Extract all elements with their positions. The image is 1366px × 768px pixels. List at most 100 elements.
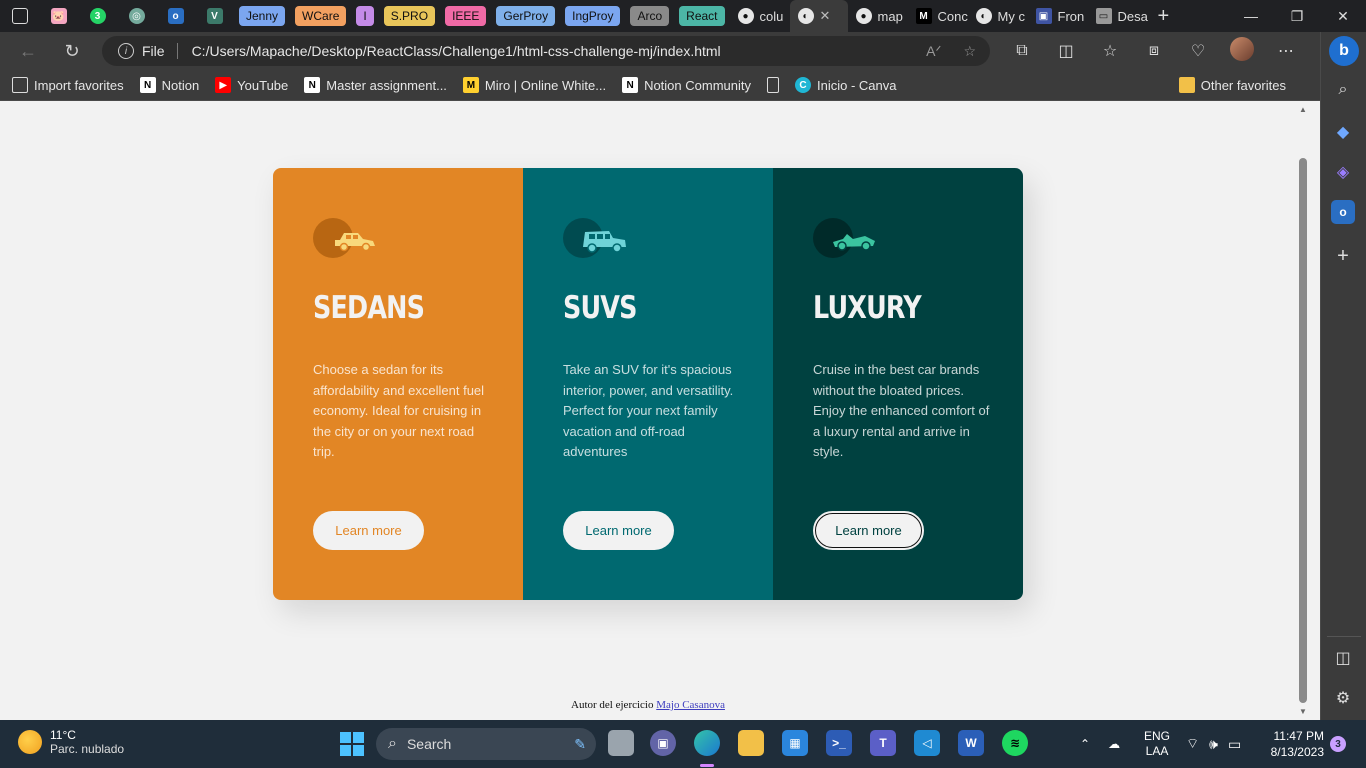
copilot-icon[interactable]: ◈ <box>1331 160 1355 184</box>
show-hidden-icons-icon[interactable]: ⌃ <box>1080 737 1090 751</box>
restore-button[interactable]: ❐ <box>1274 0 1320 32</box>
card-sedans: SEDANS Choose a sedan for its affordabil… <box>273 168 523 600</box>
edge-icon[interactable] <box>694 730 720 756</box>
hide-sidebar-icon[interactable]: ◫ <box>1331 646 1355 670</box>
favorite-star-icon[interactable]: ☆ <box>963 43 976 60</box>
bookmark-canva[interactable]: C Inicio - Canva <box>795 77 896 93</box>
close-window-button[interactable]: ✕ <box>1320 0 1366 32</box>
onedrive-cloud-icon[interactable]: ☁ <box>1108 737 1120 751</box>
time: 11:47 PM <box>1273 729 1324 743</box>
tab-close-icon[interactable]: ✕ <box>820 8 831 24</box>
spotify-icon[interactable]: ≋ <box>1002 730 1028 756</box>
tab-conc[interactable]: M Conc <box>908 0 968 32</box>
shopping-tag-icon[interactable]: ◆ <box>1331 120 1355 144</box>
vscode-web-tab-icon[interactable]: V <box>195 1 234 31</box>
profile-avatar[interactable] <box>1220 36 1264 66</box>
scroll-down-arrow-icon[interactable]: ▼ <box>1298 707 1308 716</box>
card-description: Cruise in the best car brands without th… <box>813 362 990 459</box>
tab-group-gerproy[interactable]: GerProy <box>496 6 556 26</box>
bookmark-youtube[interactable]: ▶ YouTube <box>215 77 288 93</box>
bookmark-notion[interactable]: N Notion <box>139 77 200 93</box>
taskbar-search[interactable]: ⌕ Search ✎ <box>376 728 596 760</box>
settings-icon[interactable]: ⚙ <box>1331 686 1355 710</box>
tab-group-ingproy[interactable]: IngProy <box>565 6 621 26</box>
tab-group-ieee[interactable]: IEEE <box>445 6 487 26</box>
word-icon[interactable]: W <box>958 730 984 756</box>
url-text[interactable]: C:/Users/Mapache/Desktop/ReactClass/Chal… <box>192 43 721 59</box>
tab-group-arco[interactable]: Arco <box>630 6 670 26</box>
scroll-up-arrow-icon[interactable]: ▲ <box>1298 105 1308 114</box>
windows-start-icon[interactable] <box>340 732 364 756</box>
tab-group-react[interactable]: React <box>679 6 725 26</box>
tab-group-jenny[interactable]: Jenny <box>239 6 286 26</box>
notification-badge[interactable]: 3 <box>1330 736 1346 752</box>
bookmark-label: Notion <box>161 77 200 93</box>
task-view-icon[interactable] <box>608 730 634 756</box>
clock[interactable]: 11:47 PM 8/13/2023 <box>1262 728 1324 760</box>
language-indicator[interactable]: ENG LAA <box>1144 729 1170 759</box>
address-bar[interactable]: i File C:/Users/Mapache/Desktop/ReactCla… <box>102 36 990 66</box>
split-screen-icon[interactable]: ◫ <box>1044 41 1088 61</box>
tab-group-spro[interactable]: S.PRO <box>383 6 436 26</box>
info-icon[interactable]: i <box>118 43 134 59</box>
bookmark-import-favorites[interactable]: Import favorites <box>12 77 124 93</box>
battery-icon[interactable]: ▭ <box>1228 736 1241 753</box>
microsoft-store-icon[interactable]: ▦ <box>782 730 808 756</box>
tab-github-colu[interactable]: ● colu <box>730 0 790 32</box>
tab-fron[interactable]: ▣ Fron <box>1028 0 1088 32</box>
extensions-icon[interactable]: ⧉ <box>1000 42 1044 60</box>
back-button[interactable]: ← <box>8 32 48 70</box>
browser-essentials-icon[interactable]: ♡ <box>1176 41 1220 61</box>
refresh-button[interactable]: ↻ <box>52 32 92 70</box>
author-link[interactable]: Majo Casanova <box>656 699 725 711</box>
add-icon[interactable]: + <box>1331 244 1355 268</box>
tab-active[interactable]: ◐ ✕ <box>789 0 848 32</box>
bing-copilot-icon[interactable]: b <box>1329 36 1359 66</box>
scrollbar-thumb[interactable] <box>1299 158 1307 703</box>
file-icon <box>767 77 779 93</box>
search-icon[interactable]: ⌕ <box>1331 78 1355 102</box>
tab-my[interactable]: ◐ My c <box>968 0 1028 32</box>
weather-temperature: 11°C <box>50 728 76 742</box>
learn-more-button-luxury[interactable]: Learn more <box>813 511 924 550</box>
pig-tab-icon[interactable]: 🐷 <box>39 1 78 31</box>
wifi-icon[interactable]: ⌔ <box>1186 735 1199 753</box>
minimize-button[interactable]: — <box>1228 0 1274 32</box>
outlook-tab-icon[interactable]: o <box>156 1 195 31</box>
learn-more-button-sedans[interactable]: Learn more <box>313 511 424 550</box>
more-menu-icon[interactable]: ⋯ <box>1264 41 1308 61</box>
chatgpt-tab-icon[interactable]: ◎ <box>117 1 156 31</box>
tab-desa[interactable]: ▭ Desa <box>1088 0 1150 32</box>
whatsapp-tab-icon[interactable]: 3 <box>78 1 117 31</box>
volume-icon[interactable]: 🕪 <box>1209 736 1218 753</box>
tab-label: map <box>877 8 903 24</box>
suv-icon <box>563 218 626 258</box>
weather-widget[interactable]: 11°C Parc. nublado <box>18 728 124 756</box>
favorites-icon[interactable]: ☆ <box>1088 41 1132 61</box>
new-tab-button[interactable]: + <box>1150 0 1178 32</box>
tab-group-wcare[interactable]: WCare <box>295 6 347 26</box>
outlook-icon[interactable]: o <box>1331 200 1355 224</box>
learn-more-button-suvs[interactable]: Learn more <box>563 511 674 550</box>
youtube-icon: ▶ <box>215 77 232 93</box>
bookmark-notion-community[interactable]: N Notion Community <box>622 77 751 93</box>
weather-partly-cloudy-icon <box>18 730 42 754</box>
vscode-icon[interactable]: ◁ <box>914 730 940 756</box>
scheme-label: File <box>142 43 165 59</box>
bookmark-miro[interactable]: M Miro | Online White... <box>462 77 606 93</box>
read-aloud-icon[interactable]: Aᐟ <box>926 43 941 60</box>
powershell-icon[interactable]: >_ <box>826 730 852 756</box>
teams-chat-icon[interactable]: ▣ <box>650 730 676 756</box>
tab-group-i[interactable]: I <box>356 6 374 26</box>
bookmark-file[interactable] <box>767 77 779 93</box>
canva-icon: C <box>795 77 811 93</box>
tab-actions-icon[interactable] <box>0 1 39 31</box>
page-scrollbar[interactable]: ▲ ▼ <box>1296 101 1310 720</box>
collections-icon[interactable]: ⧈ <box>1132 42 1176 60</box>
bookmark-master-assignment[interactable]: N Master assignment... <box>304 77 447 93</box>
teams-icon[interactable]: T <box>870 730 896 756</box>
card-description: Choose a sedan for its affordability and… <box>313 362 485 459</box>
tab-github-map[interactable]: ● map <box>848 0 908 32</box>
other-favorites-folder[interactable]: Other favorites <box>1178 77 1286 93</box>
file-explorer-icon[interactable] <box>738 730 764 756</box>
